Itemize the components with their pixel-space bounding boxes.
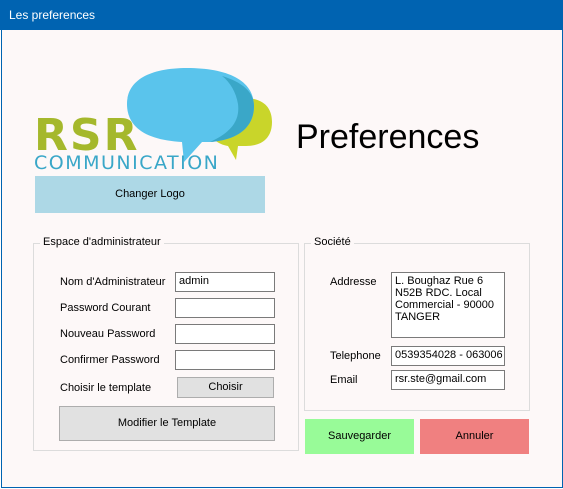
admin-group-title: Espace d'administrateur (40, 236, 164, 248)
company-group-title: Société (311, 236, 354, 248)
new-password-field[interactable] (175, 324, 275, 344)
logo-communication-text: COMMUNICATION (34, 152, 220, 174)
save-button[interactable]: Sauvegarder (305, 419, 414, 454)
confirm-password-label: Confirmer Password (60, 354, 160, 366)
admin-name-label: Nom d'Administrateur (60, 276, 166, 288)
template-label: Choisir le template (60, 382, 152, 394)
page-title: Preferences (296, 118, 480, 156)
admin-name-field[interactable]: admin (175, 272, 275, 292)
email-label: Email (330, 374, 358, 386)
phone-label: Telephone (330, 350, 381, 362)
cancel-button[interactable]: Annuler (420, 419, 529, 454)
preferences-window: RSR COMMUNICATION Preferences Changer Lo… (1, 30, 563, 488)
company-logo: RSR COMMUNICATION (32, 60, 272, 175)
address-field[interactable]: L. Boughaz Rue 6 N52B RDC. Local Commerc… (391, 272, 505, 338)
phone-field[interactable]: 0539354028 - 063006 (391, 346, 505, 366)
modify-template-button[interactable]: Modifier le Template (59, 406, 275, 441)
title-bar: Les preferences (0, 0, 563, 30)
change-logo-button[interactable]: Changer Logo (35, 176, 265, 213)
confirm-password-field[interactable] (175, 350, 275, 370)
current-password-label: Password Courant (60, 302, 151, 314)
current-password-field[interactable] (175, 298, 275, 318)
new-password-label: Nouveau Password (60, 328, 156, 340)
choose-template-button[interactable]: Choisir (177, 377, 274, 398)
address-label: Addresse (330, 276, 377, 288)
window-title: Les preferences (9, 8, 96, 22)
email-field[interactable]: rsr.ste@gmail.com (391, 370, 505, 390)
